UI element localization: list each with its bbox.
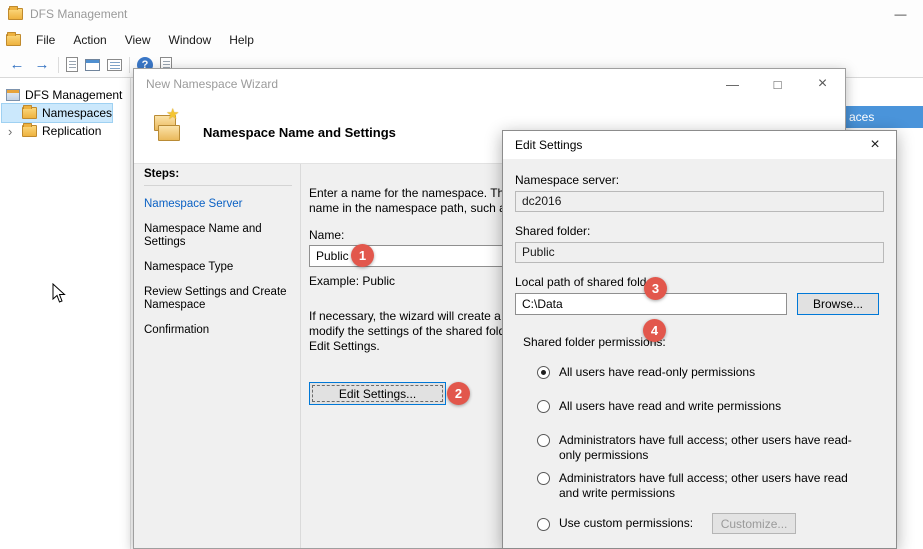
customize-button: Customize...: [712, 513, 796, 534]
wizard-maximize-button[interactable]: □: [755, 69, 800, 99]
menu-bar: File Action View Window Help: [0, 27, 923, 52]
radio-icon: [537, 518, 550, 531]
annotation-badge-2: 2: [447, 382, 470, 405]
actions-pane-header[interactable]: aces: [846, 106, 923, 128]
wizard-titlebar: New Namespace Wizard — □ ×: [134, 69, 845, 99]
tree-replication-label: Replication: [42, 124, 101, 138]
main-window-title: DFS Management: [30, 7, 127, 21]
console-root-icon: [6, 89, 20, 101]
wizard-page-title: Namespace Name and Settings: [203, 125, 396, 140]
namespace-server-field: dc2016: [515, 191, 884, 212]
edit-settings-body: Namespace server: dc2016 Shared folder: …: [503, 159, 896, 534]
radio-admin-full-users-read[interactable]: Administrators have full access; other u…: [537, 433, 884, 463]
console-window-icon: [6, 34, 21, 46]
annotation-badge-3: 3: [644, 277, 667, 300]
radio-icon: [537, 366, 550, 379]
menu-item-file[interactable]: File: [27, 30, 64, 50]
console-tree-pane: DFS Management Namespaces › Replication: [0, 78, 131, 549]
wizard-close-button[interactable]: ×: [800, 69, 845, 99]
screen: DFS Management — File Action View Window…: [0, 0, 923, 549]
step-namespace-type: Namespace Type: [144, 261, 296, 274]
browse-button[interactable]: Browse...: [797, 293, 879, 315]
tree-item-replication[interactable]: › Replication: [0, 122, 130, 140]
annotation-badge-1: 1: [351, 244, 374, 267]
main-titlebar: DFS Management: [0, 0, 923, 27]
forward-icon[interactable]: →: [33, 56, 51, 73]
menu-item-help[interactable]: Help: [220, 30, 263, 50]
edit-settings-close-button[interactable]: ×: [854, 131, 896, 159]
wizard-minimize-button[interactable]: —: [710, 69, 755, 99]
actions-pane-header-label: aces: [849, 110, 874, 124]
shared-folder-label: Shared folder:: [515, 224, 884, 238]
tree-root-label: DFS Management: [25, 88, 122, 102]
permissions-heading: Shared folder permissions:: [523, 335, 884, 349]
steps-heading: Steps:: [144, 168, 292, 186]
radio-icon: [537, 400, 550, 413]
tree-item-dfs-management[interactable]: DFS Management: [0, 86, 130, 104]
radio-custom-permissions[interactable]: Use custom permissions: Customize...: [537, 513, 884, 534]
menu-item-window[interactable]: Window: [160, 30, 221, 50]
radio-read-write[interactable]: All users have read and write permission…: [537, 399, 884, 414]
step-review-settings: Review Settings and Create Namespace: [144, 286, 296, 312]
properties-icon[interactable]: [107, 59, 122, 71]
radio-admin-full-users-read-write[interactable]: Administrators have full access; other u…: [537, 471, 884, 501]
toolbar-separator-2: [129, 57, 130, 73]
wizard-window-controls: — □ ×: [710, 69, 845, 99]
menu-item-action[interactable]: Action: [64, 30, 115, 50]
edit-settings-dialog: Edit Settings × Namespace server: dc2016…: [502, 130, 897, 549]
shared-folder-field: Public: [515, 242, 884, 263]
namespaces-icon: [22, 107, 37, 119]
tree-item-namespaces[interactable]: Namespaces: [2, 104, 112, 122]
step-confirmation: Confirmation: [144, 324, 296, 337]
permissions-radio-group: All users have read-only permissions All…: [537, 365, 884, 534]
main-minimize-button[interactable]: —: [878, 0, 923, 27]
replication-icon: [22, 125, 37, 137]
new-namespace-icon: ★: [150, 109, 184, 149]
edit-settings-button[interactable]: Edit Settings...: [309, 382, 446, 405]
chevron-right-icon[interactable]: ›: [8, 124, 16, 139]
tree-namespaces-label: Namespaces: [42, 106, 112, 120]
radio-icon: [537, 434, 550, 447]
mouse-cursor: [52, 283, 66, 304]
edit-settings-titlebar: Edit Settings ×: [503, 131, 896, 159]
menu-item-view[interactable]: View: [116, 30, 160, 50]
dfs-app-icon: [8, 8, 23, 20]
annotation-badge-4: 4: [643, 319, 666, 342]
back-icon[interactable]: ←: [8, 56, 26, 73]
radio-read-only[interactable]: All users have read-only permissions: [537, 365, 884, 380]
wizard-steps-pane: Steps: Namespace Server Namespace Name a…: [134, 164, 301, 548]
wizard-title: New Namespace Wizard: [146, 77, 278, 91]
step-namespace-server[interactable]: Namespace Server: [144, 198, 296, 211]
local-path-label: Local path of shared folder:: [515, 275, 884, 289]
export-list-icon[interactable]: [85, 59, 100, 71]
step-namespace-name-and-settings: Namespace Name and Settings: [144, 223, 296, 249]
radio-icon: [537, 472, 550, 485]
namespace-server-label: Namespace server:: [515, 173, 884, 187]
console-tree-icon[interactable]: [66, 57, 78, 72]
toolbar-separator: [58, 57, 59, 73]
edit-settings-title: Edit Settings: [515, 138, 582, 152]
